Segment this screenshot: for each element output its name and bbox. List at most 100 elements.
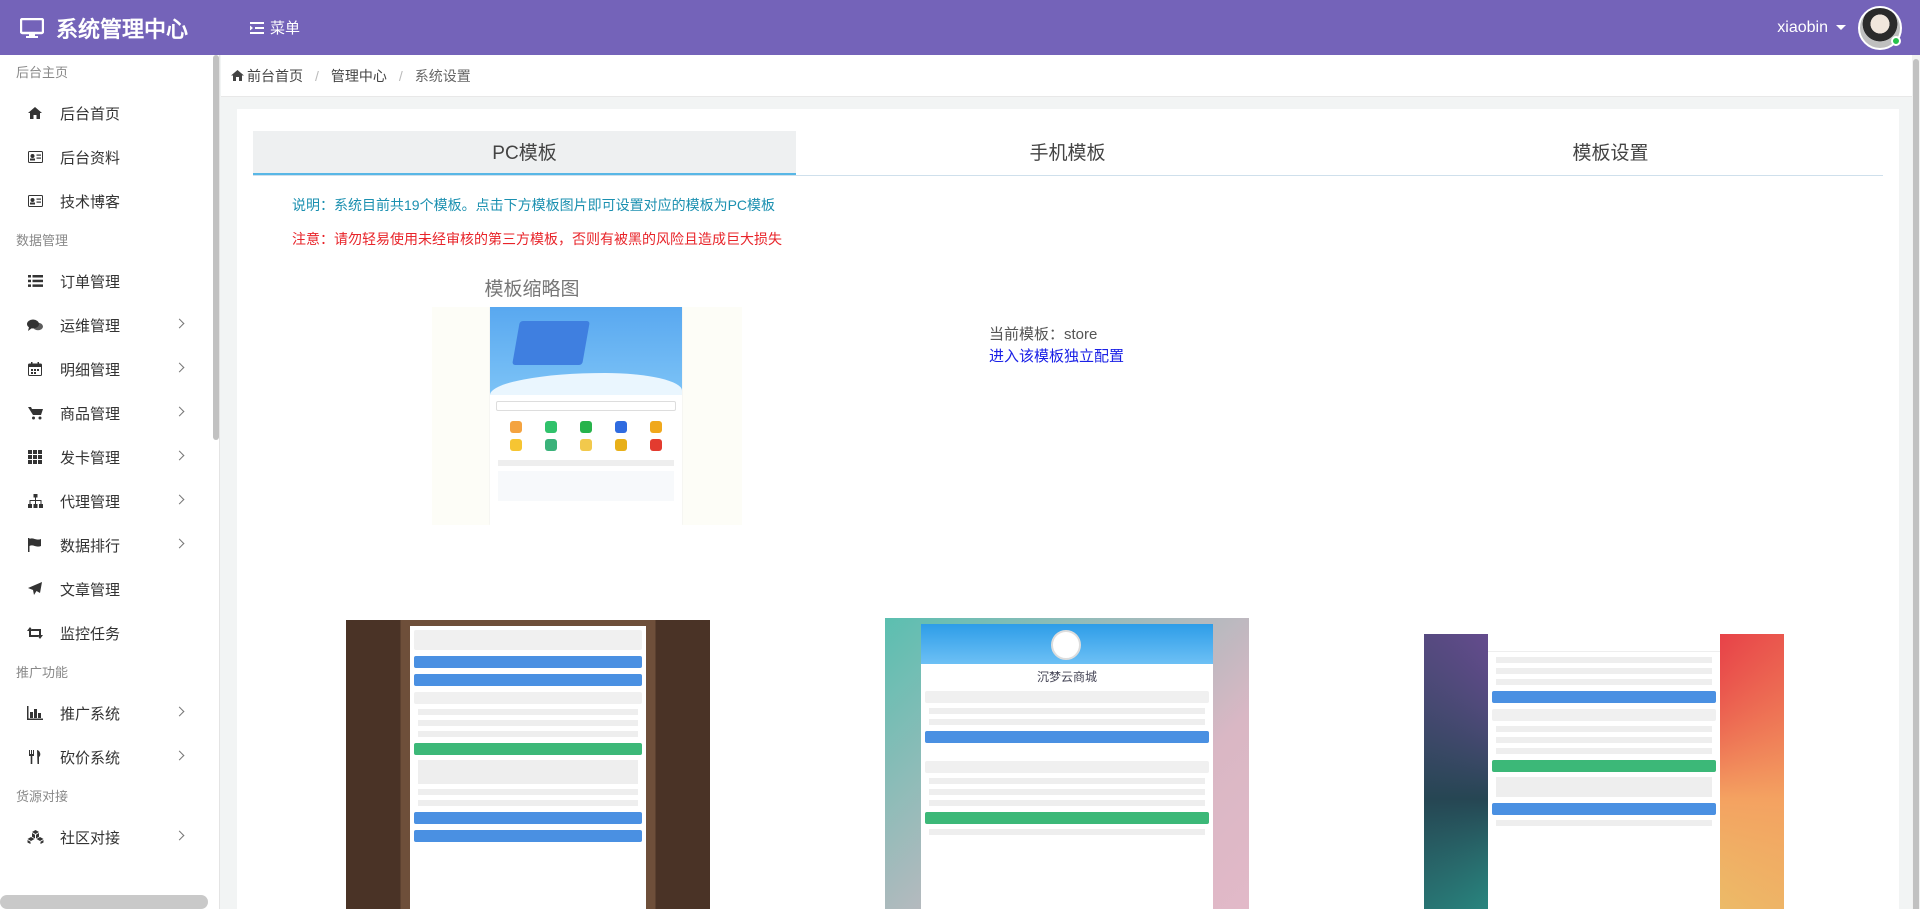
template-preview-page: 沉梦云商城 <box>921 624 1213 909</box>
calendar-icon <box>26 361 44 377</box>
page-scrollbar[interactable] <box>1912 55 1920 909</box>
sidebar-item-label: 后台资料 <box>60 149 121 167</box>
menu-toggle-button[interactable]: 菜单 <box>250 0 300 55</box>
preview-line <box>1496 668 1712 674</box>
template-option-3[interactable] <box>1424 634 1784 909</box>
sidebar-item[interactable]: 数据排行 <box>0 523 219 567</box>
sidebar-scrollbar[interactable] <box>213 55 219 440</box>
preview-line <box>1496 737 1712 743</box>
chevron-right-icon <box>174 750 185 761</box>
indent-icon <box>250 21 264 34</box>
preview-bar <box>414 674 642 686</box>
cubes-icon <box>26 829 44 845</box>
sidebar-item[interactable]: 订单管理 <box>0 259 219 303</box>
sidebar-item[interactable]: 文章管理 <box>0 567 219 611</box>
breadcrumb-home[interactable]: 前台首页 <box>247 66 303 86</box>
app-icon <box>579 439 592 451</box>
chevron-right-icon <box>174 538 185 549</box>
sidebar-item-label: 数据排行 <box>60 537 121 555</box>
app-icon <box>509 439 522 451</box>
sidebar-group-title: 推广功能 <box>16 665 69 680</box>
preview-line <box>929 800 1205 806</box>
template-option-1[interactable] <box>346 620 710 909</box>
monitor-icon <box>20 17 44 38</box>
preview-line <box>418 800 638 806</box>
sidebar-item-label: 推广系统 <box>60 705 121 723</box>
breadcrumb: 前台首页 / 管理中心 / 系统设置 <box>221 55 1920 97</box>
preview-line <box>1496 726 1712 732</box>
sidebar-item[interactable]: 后台资料 <box>0 135 219 179</box>
sidebar-item-label: 商品管理 <box>60 405 121 423</box>
preview-header <box>414 630 642 650</box>
sidebar-nav: 后台主页 后台首页 后台资料 技术博客 数据管理 订单管理 运维管理 明细管理 商品管理 发卡管理… <box>0 55 219 859</box>
comments-icon <box>26 317 44 333</box>
template-option-2[interactable]: 沉梦云商城 <box>885 618 1249 909</box>
thumbnail-icon-grid <box>490 417 682 455</box>
flag-icon <box>26 537 44 553</box>
tab-pc-template[interactable]: PC模板 <box>253 131 796 175</box>
warning-notice: 注意：请勿轻易使用未经审核的第三方模板，否则有被黑的风险且造成巨大损失 <box>292 231 782 247</box>
preview-line <box>418 720 638 726</box>
sidebar-item[interactable]: 推广系统 <box>0 691 219 735</box>
chevron-right-icon <box>174 494 185 505</box>
preview-line <box>1496 820 1712 826</box>
chevron-right-icon <box>174 318 185 329</box>
preview-line <box>929 778 1205 784</box>
app-icon <box>509 421 522 433</box>
username: xiaobin <box>1777 18 1828 36</box>
thumbnail-title: 模板缩略图 <box>484 279 580 300</box>
avatar-icon <box>1051 630 1081 660</box>
current-template-thumbnail[interactable] <box>432 307 742 525</box>
app-icon <box>544 439 557 451</box>
app-icon <box>615 439 628 451</box>
sidebar-item[interactable]: 砍价系统 <box>0 735 219 779</box>
preview-line <box>929 829 1205 835</box>
grid-icon <box>26 449 44 465</box>
avatar[interactable] <box>1858 5 1902 50</box>
preview-line <box>1496 679 1712 685</box>
sidebar-item-label: 明细管理 <box>60 361 121 379</box>
app-icon <box>650 439 663 451</box>
preview-store-name: 沉梦云商城 <box>1036 670 1097 684</box>
breadcrumb-middle[interactable]: 管理中心 <box>331 66 387 86</box>
template-config-link[interactable]: 进入该模板独立配置 <box>989 346 1124 368</box>
sidebar-horizontal-scrollbar[interactable] <box>0 895 208 909</box>
tab-template-settings[interactable]: 模板设置 <box>1339 131 1882 175</box>
chevron-right-icon <box>174 830 185 841</box>
preview-button <box>1492 760 1716 772</box>
sidebar-item[interactable]: 技术博客 <box>0 179 219 223</box>
preview-line <box>418 709 638 715</box>
thumbnail-line <box>498 460 674 466</box>
preview-line <box>418 731 638 737</box>
sidebar-item[interactable]: 监控任务 <box>0 611 219 655</box>
sidebar-item[interactable]: 商品管理 <box>0 391 219 435</box>
brand[interactable]: 系统管理中心 <box>20 0 188 55</box>
id-card-icon <box>26 193 44 209</box>
app-icon <box>544 421 557 433</box>
sidebar-group-title: 数据管理 <box>16 233 69 248</box>
sidebar-item-label: 后台首页 <box>60 105 121 123</box>
thumbnail-illustration <box>512 321 590 365</box>
preview-block <box>418 760 638 784</box>
sidebar-item[interactable]: 代理管理 <box>0 479 219 523</box>
user-menu[interactable]: xiaobin <box>1777 0 1902 55</box>
chevron-right-icon <box>174 450 185 461</box>
sidebar-item-label: 文章管理 <box>60 581 121 599</box>
sitemap-icon <box>26 493 44 509</box>
sidebar-item[interactable]: 发卡管理 <box>0 435 219 479</box>
preview-bar <box>414 656 642 668</box>
sidebar-item[interactable]: 后台首页 <box>0 91 219 135</box>
sidebar-item[interactable]: 明细管理 <box>0 347 219 391</box>
current-template-info: 当前模板：store 进入该模板独立配置 <box>989 324 1124 368</box>
tab-mobile-template[interactable]: 手机模板 <box>796 131 1339 175</box>
template-tabs: PC模板 手机模板 模板设置 <box>253 131 1883 176</box>
id-card-icon <box>26 149 44 165</box>
preview-line <box>1496 748 1712 754</box>
cutlery-icon <box>26 749 44 765</box>
sidebar-item[interactable]: 运维管理 <box>0 303 219 347</box>
sidebar-item-label: 发卡管理 <box>60 449 121 467</box>
info-notice: 说明：系统目前共19个模板。点击下方模板图片即可设置对应的模板为PC模板 <box>292 197 776 213</box>
breadcrumb-separator: / <box>315 67 319 84</box>
page-scrollbar-thumb[interactable] <box>1913 59 1919 909</box>
sidebar-item[interactable]: 社区对接 <box>0 815 219 859</box>
